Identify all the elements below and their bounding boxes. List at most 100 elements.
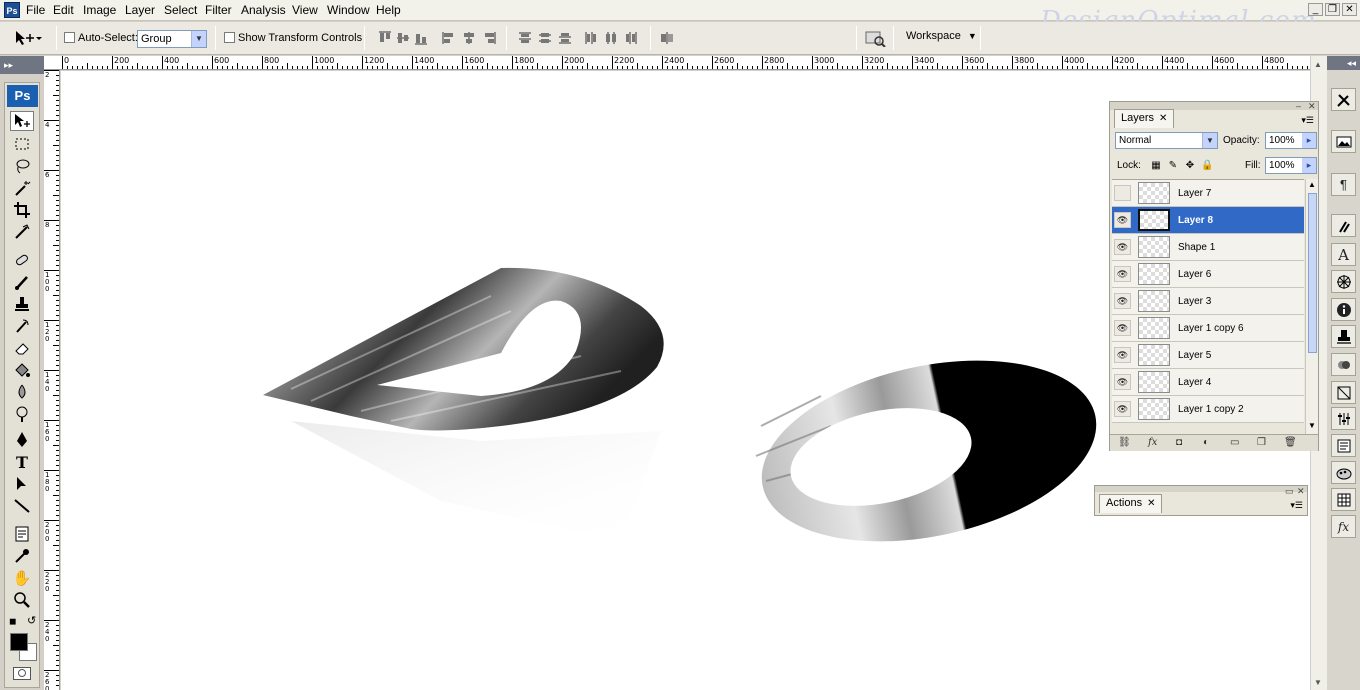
visibility-eye-icon[interactable]: 👁 — [1114, 320, 1131, 336]
layer-row[interactable]: 👁 Layer 8 — [1112, 207, 1304, 234]
dodge-tool-icon[interactable] — [10, 404, 34, 424]
layer-row[interactable]: 👁 Layer 5 — [1112, 342, 1304, 369]
zoom-tool-icon[interactable] — [10, 590, 34, 610]
visibility-eye-icon[interactable]: 👁 — [1114, 212, 1131, 228]
layer-comps-dock-icon[interactable] — [1331, 488, 1356, 511]
align-horizontal-centers-icon[interactable] — [462, 31, 476, 45]
distribute-bottom-edges-icon[interactable] — [558, 31, 572, 45]
delete-layer-icon[interactable]: 🗑 — [1284, 437, 1297, 448]
actions-panel-titlebar[interactable] — [1095, 486, 1307, 492]
scroll-thumb[interactable] — [1308, 193, 1317, 353]
scroll-down-arrow-icon[interactable]: ▼ — [1314, 678, 1322, 687]
auto-select-checkbox[interactable] — [64, 32, 75, 43]
panel-close-icon[interactable]: ✕ — [1297, 486, 1305, 497]
visibility-eye-icon[interactable] — [1114, 185, 1131, 201]
brushes-dock-icon[interactable] — [1331, 214, 1356, 237]
eraser-tool-icon[interactable] — [10, 338, 34, 358]
visibility-eye-icon[interactable]: 👁 — [1114, 266, 1131, 282]
layer-row[interactable]: 👁 Layer 6 — [1112, 261, 1304, 288]
brush-tool-icon[interactable] — [10, 272, 34, 292]
eyedropper-tool-icon[interactable] — [10, 546, 34, 566]
close-tab-icon[interactable]: ✕ — [1159, 113, 1167, 124]
align-top-edges-icon[interactable] — [378, 31, 392, 45]
visibility-eye-icon[interactable]: 👁 — [1114, 374, 1131, 390]
fill-field[interactable]: 100% ▸ — [1265, 157, 1317, 174]
scroll-up-arrow-icon[interactable]: ▲ — [1308, 180, 1316, 189]
styles-dock-icon[interactable] — [1331, 270, 1356, 293]
info-dock-icon[interactable] — [1331, 298, 1356, 321]
layer-row[interactable]: 👁 Layer 1 copy 2 — [1112, 396, 1304, 423]
scroll-down-arrow-icon[interactable]: ▼ — [1308, 421, 1316, 430]
layer-row[interactable]: 👁 Layer 1 copy 6 — [1112, 315, 1304, 342]
photoshop-app-icon[interactable]: Ps — [4, 2, 20, 18]
move-tool-preset-icon[interactable] — [14, 29, 42, 47]
lock-image-icon[interactable]: ✎ — [1167, 160, 1179, 172]
lock-position-icon[interactable]: ✥ — [1184, 160, 1196, 172]
distribute-left-edges-icon[interactable] — [584, 31, 598, 45]
menu-image[interactable]: Image — [83, 3, 116, 17]
effects-dock-icon[interactable]: fx — [1331, 515, 1356, 538]
slice-tool-icon[interactable] — [10, 222, 34, 242]
layer-row[interactable]: Layer 7 — [1112, 180, 1304, 207]
distribute-horizontal-centers-icon[interactable] — [604, 31, 618, 45]
new-layer-icon[interactable]: ❐ — [1257, 437, 1266, 448]
visibility-eye-icon[interactable]: 👁 — [1114, 401, 1131, 417]
auto-align-layers-icon[interactable] — [660, 31, 674, 45]
close-button[interactable]: ✕ — [1342, 3, 1357, 16]
distribute-top-edges-icon[interactable] — [518, 31, 532, 45]
panel-menu-icon[interactable]: ▾☰ — [1290, 500, 1303, 511]
swap-colors-icon[interactable]: ↺ — [27, 614, 36, 627]
blur-tool-icon[interactable] — [10, 382, 34, 402]
channels-dock-icon[interactable] — [1331, 353, 1356, 376]
menu-filter[interactable]: Filter — [205, 3, 232, 17]
visibility-eye-icon[interactable]: 👁 — [1114, 293, 1131, 309]
masks-dock-icon[interactable] — [1331, 381, 1356, 404]
foreground-color-swatch[interactable] — [10, 633, 28, 651]
blend-mode-dropdown[interactable]: Normal ▼ — [1115, 132, 1218, 149]
link-layers-icon[interactable]: ⛓ — [1118, 437, 1131, 448]
line-tool-icon[interactable] — [10, 496, 34, 516]
menu-window[interactable]: Window — [327, 3, 370, 17]
panel-close-icon[interactable]: ✕ — [1308, 101, 1316, 112]
scroll-up-arrow-icon[interactable]: ▲ — [1314, 60, 1322, 69]
add-mask-icon[interactable]: ◘ — [1176, 437, 1182, 448]
history-brush-tool-icon[interactable] — [10, 316, 34, 336]
character-dock-icon[interactable]: A — [1331, 243, 1356, 266]
visibility-eye-icon[interactable]: 👁 — [1114, 347, 1131, 363]
dock-collapse-bar[interactable]: ◂◂ — [1327, 56, 1360, 70]
restore-button[interactable]: ❐ — [1325, 3, 1340, 16]
menu-select[interactable]: Select — [164, 3, 197, 17]
new-group-icon[interactable]: ▭ — [1230, 437, 1239, 448]
tool-presets-icon[interactable] — [864, 29, 886, 48]
distribute-right-edges-icon[interactable] — [624, 31, 638, 45]
marquee-tool-icon[interactable] — [10, 134, 34, 154]
clone-stamp-tool-icon[interactable] — [10, 294, 34, 314]
histogram-dock-icon[interactable] — [1331, 434, 1356, 457]
tools-collapse-bar[interactable]: ▸▸ — [0, 56, 44, 74]
pen-tool-icon[interactable] — [10, 430, 34, 450]
notes-tool-icon[interactable] — [10, 524, 34, 544]
adjustment-layer-icon[interactable]: ◐ — [1203, 437, 1209, 448]
align-right-edges-icon[interactable] — [482, 31, 496, 45]
default-colors-icon[interactable]: ◼ — [9, 616, 16, 627]
lasso-tool-icon[interactable] — [10, 156, 34, 176]
opacity-field[interactable]: 100% ▸ — [1265, 132, 1317, 149]
adjustments-dock-icon[interactable] — [1331, 407, 1356, 430]
distribute-vertical-centers-icon[interactable] — [538, 31, 552, 45]
panel-menu-icon[interactable]: ▾☰ — [1301, 115, 1314, 126]
layers-tab[interactable]: Layers ✕ — [1114, 109, 1175, 128]
align-left-edges-icon[interactable] — [442, 31, 456, 45]
align-bottom-edges-icon[interactable] — [414, 31, 428, 45]
magic-wand-tool-icon[interactable] — [10, 178, 34, 198]
menu-file[interactable]: File — [26, 3, 45, 17]
panel-minimize-icon[interactable]: – — [1296, 101, 1301, 111]
opacity-slider-arrow-icon[interactable]: ▸ — [1302, 133, 1316, 148]
paint-bucket-tool-icon[interactable] — [10, 360, 34, 380]
show-transform-checkbox[interactable] — [224, 32, 235, 43]
menu-edit[interactable]: Edit — [53, 3, 74, 17]
layer-style-icon[interactable]: fx — [1148, 437, 1157, 448]
close-tab-icon[interactable]: ✕ — [1147, 498, 1155, 509]
move-tool-icon[interactable] — [10, 111, 34, 131]
layers-scrollbar[interactable]: ▲ ▼ — [1305, 179, 1318, 434]
minimize-button[interactable]: _ — [1308, 3, 1323, 16]
